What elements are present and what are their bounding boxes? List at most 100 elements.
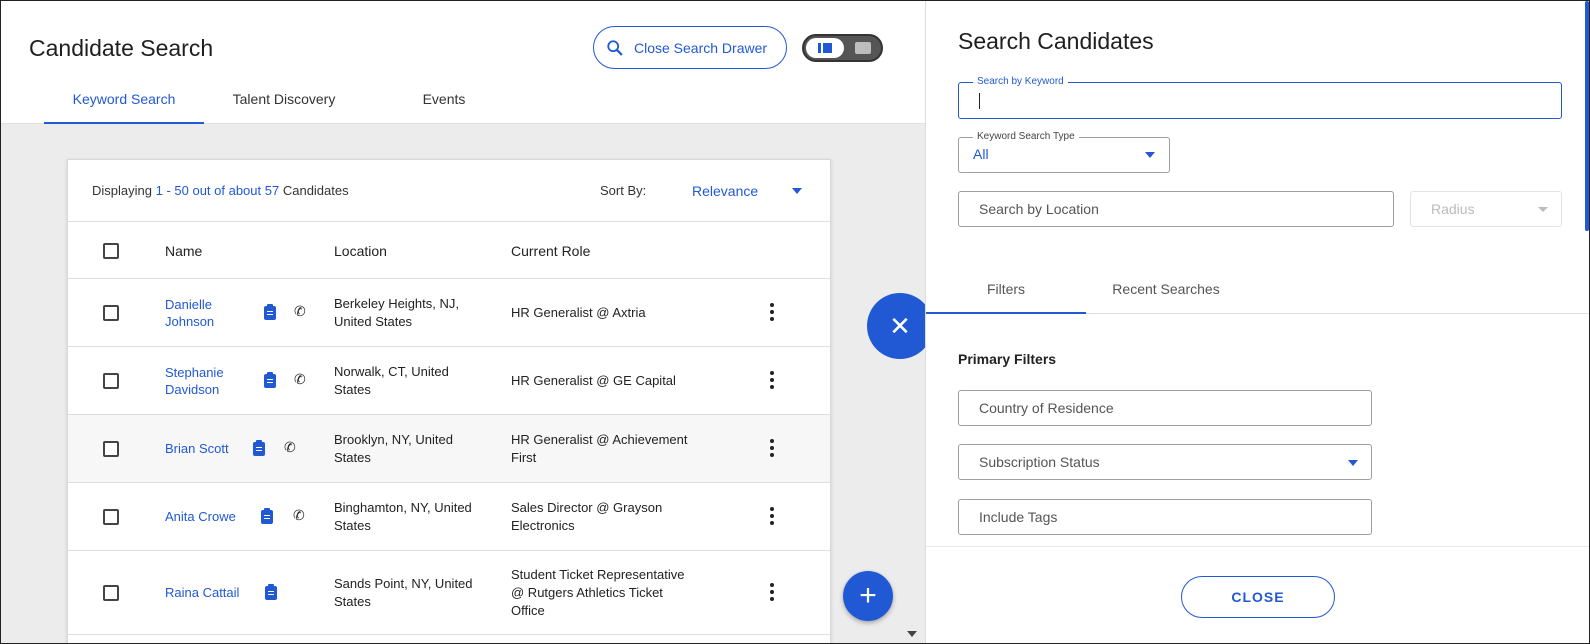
- app-frame: Candidate Search Close Search Drawer Key…: [0, 0, 1590, 644]
- view-toggle[interactable]: [802, 34, 883, 62]
- close-icon: ✕: [889, 310, 911, 341]
- row-checkbox[interactable]: [103, 305, 119, 321]
- drawer-title: Search Candidates: [958, 28, 1154, 54]
- candidate-name-link[interactable]: Anita Crowe: [165, 508, 236, 525]
- location-line: Norwalk, CT, United: [334, 364, 449, 379]
- candidate-name-line: Brian Scott: [165, 441, 229, 456]
- results-card: Displaying 1 - 50 out of about 57 Candid…: [67, 159, 831, 643]
- more-vert-icon[interactable]: [770, 371, 774, 392]
- chevron-down-icon: [1538, 207, 1548, 212]
- role-line: First: [511, 450, 537, 465]
- table-header: Name Location Current Role: [68, 222, 830, 279]
- clipboard-icon[interactable]: [261, 508, 273, 524]
- row-checkbox[interactable]: [103, 373, 119, 389]
- column-name[interactable]: Name: [165, 243, 202, 259]
- clipboard-icon[interactable]: [253, 440, 265, 456]
- role-line: Electronics: [511, 518, 575, 533]
- location-line: States: [334, 518, 371, 533]
- drawer-tabs: Filters Recent Searches: [926, 271, 1589, 314]
- tab-recent-searches[interactable]: Recent Searches: [1086, 281, 1246, 314]
- candidate-name-line: Danielle: [165, 297, 212, 312]
- more-vert-icon[interactable]: [770, 303, 774, 324]
- candidate-name-line: Davidson: [165, 382, 220, 397]
- location-cell: Berkeley Heights, NJ, United States: [334, 295, 494, 331]
- country-of-residence-input[interactable]: Country of Residence: [958, 390, 1372, 426]
- tab-keyword-search[interactable]: Keyword Search: [44, 85, 204, 124]
- role-cell: HR Generalist @ GE Capital: [511, 372, 711, 390]
- tab-filters[interactable]: Filters: [926, 281, 1086, 314]
- keyword-search-label: Search by Keyword: [973, 76, 1068, 88]
- drawer-scrollbar[interactable]: [1585, 1, 1589, 231]
- column-location[interactable]: Location: [334, 243, 387, 259]
- phone-icon[interactable]: ✆: [293, 507, 305, 524]
- location-line: States: [334, 594, 371, 609]
- row-checkbox[interactable]: [103, 509, 119, 525]
- role-line: HR Generalist @ Axtria: [511, 305, 646, 320]
- location-cell: Norwalk, CT, United States: [334, 363, 494, 399]
- location-line: States: [334, 382, 371, 397]
- row-checkbox[interactable]: [103, 441, 119, 457]
- displaying-suffix: Candidates: [282, 183, 349, 198]
- candidate-name-link[interactable]: Danielle Johnson: [165, 296, 214, 330]
- keyword-search-input[interactable]: Search by Keyword: [958, 76, 1562, 119]
- candidate-name-link[interactable]: Raina Cattail: [165, 584, 239, 601]
- add-icon: +: [859, 579, 877, 612]
- phone-icon[interactable]: ✆: [284, 439, 296, 456]
- candidate-name-line: Raina Cattail: [165, 585, 240, 600]
- tab-events[interactable]: Events: [364, 85, 524, 124]
- role-cell: HR Generalist @ Axtria: [511, 304, 711, 322]
- radius-select[interactable]: Radius: [1410, 191, 1562, 227]
- scroll-down-icon[interactable]: [907, 631, 917, 637]
- more-vert-icon[interactable]: [770, 439, 774, 460]
- include-tags-input[interactable]: Include Tags: [958, 499, 1372, 535]
- clipboard-icon[interactable]: [264, 372, 276, 388]
- role-line: @ Rutgers Athletics Ticket: [511, 585, 663, 600]
- location-cell: Binghamton, NY, United States: [334, 499, 494, 535]
- location-input[interactable]: Search by Location: [958, 191, 1394, 227]
- more-vert-icon[interactable]: [770, 583, 774, 604]
- role-line: Sales Director @ Grayson: [511, 500, 663, 515]
- tags-placeholder: Include Tags: [979, 509, 1058, 525]
- phone-icon[interactable]: ✆: [294, 303, 306, 320]
- subscription-status-select[interactable]: Subscription Status: [958, 444, 1372, 480]
- clipboard-icon[interactable]: [265, 584, 277, 600]
- text-cursor: [979, 93, 980, 109]
- search-drawer: Search Candidates Search by Keyword Keyw…: [925, 1, 1589, 643]
- location-line: Sands Point, NY, United: [334, 576, 473, 591]
- tab-talent-discovery[interactable]: Talent Discovery: [204, 85, 364, 124]
- close-search-drawer-button[interactable]: Close Search Drawer: [593, 26, 787, 69]
- chevron-down-icon: [1348, 460, 1358, 466]
- results-count: Displaying 1 - 50 out of about 57 Candid…: [92, 183, 349, 198]
- candidate-name-line: Johnson: [165, 314, 215, 329]
- candidate-name-link[interactable]: Brian Scott: [165, 440, 229, 457]
- chevron-down-icon[interactable]: [792, 188, 802, 194]
- drawer-footer: CLOSE: [926, 546, 1589, 643]
- location-line: United States: [334, 314, 413, 329]
- table-row: Raina Cattail Sands Point, NY, United St…: [68, 551, 830, 635]
- keyword-type-select[interactable]: Keyword Search Type All: [958, 131, 1170, 173]
- add-candidate-fab[interactable]: +: [843, 571, 893, 621]
- role-cell: Sales Director @ Grayson Electronics: [511, 499, 711, 535]
- close-drawer-fab[interactable]: ✕: [867, 293, 925, 359]
- row-checkbox[interactable]: [103, 585, 119, 601]
- close-button[interactable]: CLOSE: [1181, 576, 1335, 618]
- sort-label: Sort By:: [600, 183, 647, 198]
- more-vert-icon[interactable]: [770, 507, 774, 528]
- table-row: Brian Scott ✆ Brooklyn, NY, United State…: [68, 415, 830, 483]
- candidate-name-line: Anita Crowe: [165, 509, 236, 524]
- phone-icon[interactable]: ✆: [294, 371, 306, 388]
- close-search-drawer-label: Close Search Drawer: [634, 39, 768, 56]
- table-row: Anita Crowe ✆ Binghamton, NY, United Sta…: [68, 483, 830, 551]
- page-title: Candidate Search: [29, 35, 214, 61]
- search-tabs: Keyword Search Talent Discovery Events: [44, 85, 524, 124]
- country-placeholder: Country of Residence: [979, 400, 1114, 416]
- primary-filters-title: Primary Filters: [958, 351, 1057, 367]
- column-current-role[interactable]: Current Role: [511, 243, 590, 259]
- radius-placeholder: Radius: [1431, 201, 1475, 217]
- sort-select[interactable]: Relevance: [692, 183, 758, 199]
- subscription-placeholder: Subscription Status: [979, 454, 1100, 470]
- candidate-name-link[interactable]: Stephanie Davidson: [165, 364, 224, 398]
- clipboard-icon[interactable]: [264, 304, 276, 320]
- search-icon: [607, 39, 623, 55]
- select-all-checkbox[interactable]: [103, 243, 119, 259]
